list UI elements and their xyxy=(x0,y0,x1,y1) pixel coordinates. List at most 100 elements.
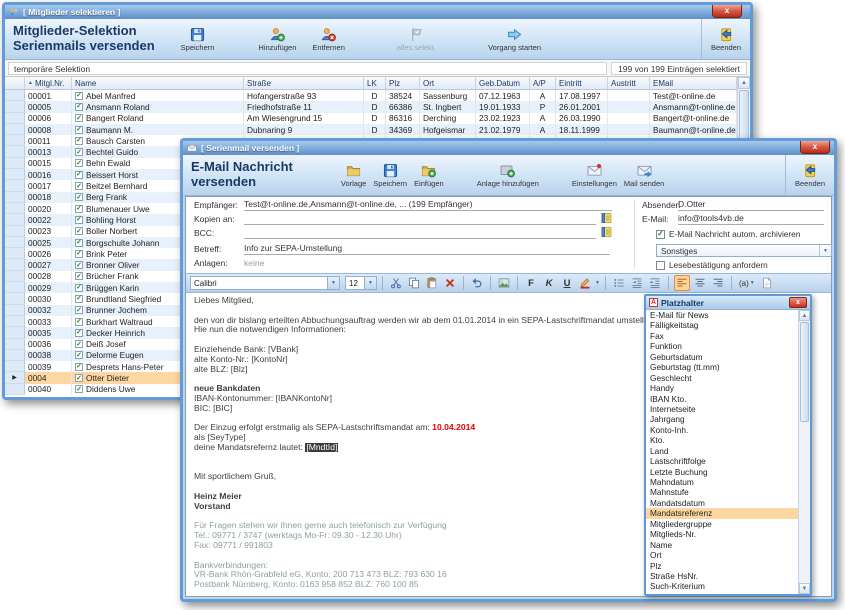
bold-button[interactable]: F xyxy=(523,275,539,291)
row-checkbox[interactable]: ✓ xyxy=(75,171,83,179)
kopien-an-field[interactable] xyxy=(244,213,596,225)
row-selector[interactable] xyxy=(5,203,25,214)
archive-checkbox[interactable]: ✓ xyxy=(656,230,665,239)
row-selector[interactable] xyxy=(5,146,25,157)
row-checkbox[interactable]: ✓ xyxy=(75,205,83,213)
row-checkbox[interactable]: ✓ xyxy=(75,272,83,280)
category-dropdown[interactable]: Sonstiges ▼ xyxy=(656,244,832,257)
row-checkbox[interactable]: ✓ xyxy=(75,351,83,359)
members-close-button[interactable]: x xyxy=(712,5,742,18)
table-header-col-6[interactable]: Ort xyxy=(420,77,476,89)
table-header-col-1[interactable]: ▲Mitgl.Nr. xyxy=(25,77,72,89)
outdent-button[interactable] xyxy=(629,275,645,291)
anlage-hinzufuegen-button[interactable]: Anlage hinzufügen xyxy=(477,163,539,188)
placeholder-item[interactable]: Fax xyxy=(646,331,798,341)
row-selector[interactable] xyxy=(5,90,25,101)
members-beenden-button[interactable]: Beenden xyxy=(701,19,750,59)
mail-close-button[interactable]: x xyxy=(800,141,830,154)
table-row[interactable]: 00001✓Abel ManfredHofangerstraße 93D3852… xyxy=(5,90,737,101)
autotext-button[interactable]: (a)▼ xyxy=(737,275,757,291)
paste-button[interactable] xyxy=(424,275,440,291)
row-checkbox[interactable]: ✓ xyxy=(75,193,83,201)
row-selector[interactable] xyxy=(5,384,25,395)
align-left-button[interactable] xyxy=(674,275,690,291)
placeholder-item[interactable]: Land xyxy=(646,446,798,456)
table-header-col-7[interactable]: Geb.Datum xyxy=(476,77,530,89)
row-selector[interactable] xyxy=(5,180,25,191)
placeholder-item[interactable]: Handy xyxy=(646,383,798,393)
table-header-col-3[interactable]: Straße xyxy=(244,77,364,89)
placeholder-item[interactable]: Mahnstufe xyxy=(646,487,798,497)
insert-image-button[interactable] xyxy=(496,275,512,291)
cut-button[interactable] xyxy=(388,275,404,291)
row-checkbox[interactable]: ✓ xyxy=(75,284,83,292)
align-right-button[interactable] xyxy=(710,275,726,291)
row-checkbox[interactable]: ✓ xyxy=(75,295,83,303)
row-selector[interactable]: ▶ xyxy=(5,372,25,383)
page-button[interactable] xyxy=(759,275,775,291)
row-checkbox[interactable]: ✓ xyxy=(75,363,83,371)
row-checkbox[interactable]: ✓ xyxy=(75,340,83,348)
placeholder-item[interactable]: Internetseite xyxy=(646,404,798,414)
table-header-col-9[interactable]: Eintritt xyxy=(556,77,608,89)
row-selector[interactable] xyxy=(5,214,25,225)
placeholder-item[interactable]: Letzte Buchung xyxy=(646,467,798,477)
placeholder-item[interactable]: E-Mail für News xyxy=(646,310,798,320)
chevron-down-icon[interactable]: ▼ xyxy=(595,280,600,286)
row-checkbox[interactable]: ✓ xyxy=(75,239,83,247)
bullet-list-button[interactable] xyxy=(611,275,627,291)
row-selector[interactable] xyxy=(5,350,25,361)
placeholder-item[interactable]: Konto-Inh. xyxy=(646,425,798,435)
empfaenger-field[interactable]: Test@t-online.de,Ansmann@t-online.de, ..… xyxy=(244,199,612,211)
row-checkbox[interactable]: ✓ xyxy=(75,261,83,269)
delete-button[interactable] xyxy=(442,275,458,291)
alles-selekt-button[interactable]: alles selekt. xyxy=(397,27,436,52)
indent-button[interactable] xyxy=(647,275,663,291)
vorgang-starten-button[interactable]: Vorgang starten xyxy=(488,27,541,52)
row-selector[interactable] xyxy=(5,101,25,112)
email-field[interactable]: info@tools4vb.de xyxy=(678,213,824,225)
row-selector[interactable] xyxy=(5,248,25,259)
row-selector[interactable] xyxy=(5,135,25,146)
placeholder-item[interactable]: Geburtsdatum xyxy=(646,352,798,362)
row-checkbox[interactable]: ✓ xyxy=(75,216,83,224)
align-center-button[interactable] xyxy=(692,275,708,291)
row-selector[interactable] xyxy=(5,282,25,293)
row-selector[interactable] xyxy=(5,361,25,372)
row-checkbox[interactable]: ✓ xyxy=(75,114,83,122)
font-family-select[interactable]: Calibri ▼ xyxy=(190,276,340,290)
font-size-select[interactable]: 12 ▼ xyxy=(345,276,377,290)
receipt-option[interactable]: Lesebestätigung anfordern xyxy=(656,260,768,270)
row-selector[interactable] xyxy=(5,259,25,270)
mail-speichern-button[interactable]: Speichern xyxy=(373,163,407,188)
row-checkbox[interactable]: ✓ xyxy=(75,182,83,190)
speichern-button[interactable]: Speichern xyxy=(181,27,215,52)
row-selector[interactable] xyxy=(5,226,25,237)
placeholder-scrollbar[interactable]: ▲ ▼ xyxy=(798,310,810,594)
row-selector[interactable] xyxy=(5,124,25,135)
scroll-thumb[interactable] xyxy=(800,322,809,422)
row-checkbox[interactable]: ✓ xyxy=(75,306,83,314)
placeholder-item[interactable]: IBAN Kto. xyxy=(646,394,798,404)
placeholder-titlebar[interactable]: A Platzhalter x xyxy=(646,296,810,310)
bcc-field[interactable] xyxy=(244,227,596,239)
row-selector[interactable] xyxy=(5,169,25,180)
vorlage-button[interactable]: Vorlage xyxy=(341,163,366,188)
placeholder-item[interactable]: Geburtstag (tt.mm) xyxy=(646,362,798,372)
row-selector[interactable] xyxy=(5,327,25,338)
mail-senden-button[interactable]: Mail senden xyxy=(624,163,664,188)
row-selector[interactable] xyxy=(5,158,25,169)
betreff-field[interactable]: Info zur SEPA-Umstellung xyxy=(244,243,610,255)
placeholder-item[interactable]: Kto. xyxy=(646,435,798,445)
placeholder-item[interactable]: Mandatsreferenz xyxy=(646,508,798,518)
placeholder-item[interactable]: Ort xyxy=(646,550,798,560)
scroll-up-icon[interactable]: ▲ xyxy=(738,77,750,89)
placeholder-item[interactable]: Mitgliedergruppe xyxy=(646,519,798,529)
table-row[interactable]: 00006✓Bangert RolandAm Wiesengrund 15D86… xyxy=(5,113,737,124)
row-selector[interactable] xyxy=(5,113,25,124)
row-selector[interactable] xyxy=(5,305,25,316)
placeholder-item[interactable]: Straße HsNr. xyxy=(646,571,798,581)
row-checkbox[interactable]: ✓ xyxy=(75,250,83,258)
placeholder-item[interactable]: Mitglieds-Nr. xyxy=(646,529,798,539)
placeholder-item[interactable]: Such-Kriterium xyxy=(646,581,798,591)
